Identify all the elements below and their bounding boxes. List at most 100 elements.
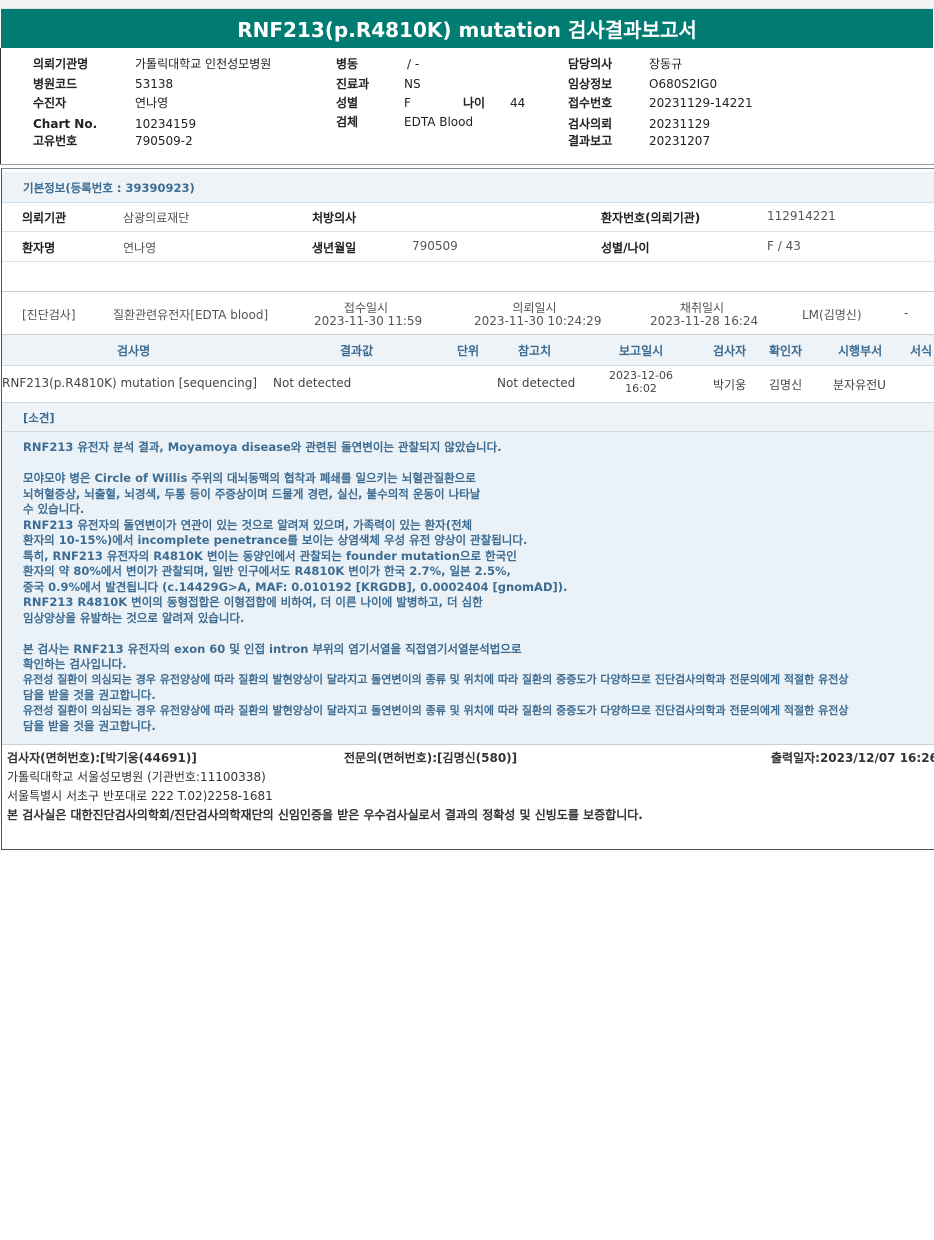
row-divider xyxy=(2,744,934,745)
footer-certification: 본 검사실은 대한진단검사의학회/진단검사의학재단의 신임인증을 받은 우수검사… xyxy=(7,808,643,822)
header-label-department: 진료과 xyxy=(336,77,370,91)
patient-no-value: 112914221 xyxy=(767,209,836,223)
header-label-clinical-info: 임상정보 xyxy=(568,77,613,91)
result-confirmer: 김명신 xyxy=(769,378,803,392)
header-value-requesting-org: 가톨릭대학교 인천성모병원 xyxy=(135,57,272,71)
findings-line: 뇌허혈증상, 뇌출혈, 뇌경색, 두통 등이 주증상이며 드물게 경련, 실신,… xyxy=(23,487,481,501)
col-reference: 참고치 xyxy=(518,344,552,358)
col-department: 시행부서 xyxy=(838,344,883,358)
top-strip xyxy=(0,0,934,9)
report-body: 기본정보(등록번호 : 39390923) 의뢰기관 삼광의료재단 처방의사 환… xyxy=(1,168,934,850)
footer-address: 서울특별시 서초구 반포대로 222 T.02)2258-1681 xyxy=(7,789,273,803)
row-divider xyxy=(2,261,934,262)
report-title-bar: RNF213(p.R4810K) mutation 검사결과보고서 xyxy=(1,9,933,48)
findings-line: 모야모야 병은 Circle of Willis 주위의 대뇌동맥의 협착과 폐… xyxy=(23,471,476,485)
findings-line: 특히, RNF213 유전자의 R4810K 변이는 동양인에서 관찰되는 fo… xyxy=(23,549,517,563)
requesting-org-label: 의뢰기관 xyxy=(22,211,67,225)
col-tester: 검사자 xyxy=(713,344,747,358)
row-divider xyxy=(2,231,934,232)
findings-line: 유전성 질환이 의심되는 경우 유전양상에 따라 질환의 발현양상이 달라지고 … xyxy=(23,673,849,686)
header-value-test-request: 20231129 xyxy=(649,117,711,131)
col-test-name: 검사명 xyxy=(117,344,151,358)
header-value-receipt-no: 20231129-14221 xyxy=(649,96,753,110)
result-reference: Not detected xyxy=(497,376,576,390)
header-value-department: NS xyxy=(404,77,421,91)
header-value-clinical-info: O680S2IG0 xyxy=(649,77,718,91)
header-label-ward: 병동 xyxy=(336,57,359,71)
header-label-sex: 성별 xyxy=(336,96,359,110)
header-value-specimen: EDTA Blood xyxy=(404,115,474,129)
header-label-unique-no: 고유번호 xyxy=(33,134,78,148)
header-label-age: 나이 xyxy=(463,96,486,110)
findings-header: [소견] xyxy=(2,403,934,432)
prescriber-label: 처방의사 xyxy=(312,211,357,225)
result-value: Not detected xyxy=(273,376,352,390)
col-confirmer: 확인자 xyxy=(769,344,803,358)
findings-line: RNF213 유전자의 돌연변이가 연관이 있는 것으로 알려져 있으며, 가족… xyxy=(23,518,473,532)
header-label-patient: 수진자 xyxy=(33,96,67,110)
report-page: RNF213(p.R4810K) mutation 검사결과보고서 의뢰기관명 … xyxy=(0,0,934,856)
findings-line: RNF213 R4810K 변이의 동형접합은 이형접합에 비하여, 더 이른 … xyxy=(23,595,483,609)
result-report-time: 16:02 xyxy=(625,382,657,395)
received-value: 2023-11-30 11:59 xyxy=(314,314,423,328)
header-label-receipt-no: 접수번호 xyxy=(568,96,613,110)
col-form: 서식 xyxy=(910,344,933,358)
col-result: 결과값 xyxy=(340,344,374,358)
header-value-sex: F xyxy=(404,96,411,110)
footer-hospital: 가톨릭대학교 서울성모병원 (기관번호:11100338) xyxy=(7,770,266,784)
findings-line: 환자의 약 80%에서 변이가 관찰되며, 일반 인구에서도 R4810K 변이… xyxy=(23,564,511,578)
footer-specialist: 전문의(면허번호):[김명신(580)] xyxy=(344,751,518,765)
test-category: [진단검사] xyxy=(22,308,76,322)
lab-manager-dash: - xyxy=(904,306,909,320)
header-label-doctor: 담당의사 xyxy=(568,57,613,71)
header-value-hospital-code: 53138 xyxy=(135,77,174,91)
header-label-chart-no: Chart No. xyxy=(33,117,98,131)
report-title: RNF213(p.R4810K) mutation 검사결과보고서 xyxy=(237,18,697,42)
header-label-test-request: 검사의뢰 xyxy=(568,117,613,131)
header-value-patient: 연나영 xyxy=(135,96,169,110)
left-border xyxy=(0,48,1,164)
birth-label: 생년월일 xyxy=(312,241,357,255)
findings-line: 확인하는 검사입니다. xyxy=(23,657,127,671)
header-value-ward: / - xyxy=(407,57,420,71)
findings-line: 중국 0.9%에서 발견됩니다 (c.14429G>A, MAF: 0.0101… xyxy=(23,580,568,594)
test-type: 질환관련유전자[EDTA blood] xyxy=(113,308,269,322)
findings-line: 유전성 질환이 의심되는 경우 유전양상에 따라 질환의 발현양상이 달라지고 … xyxy=(23,704,849,717)
requested-value: 2023-11-30 10:24:29 xyxy=(474,314,602,328)
result-report-date: 2023-12-06 xyxy=(609,369,673,382)
col-unit: 단위 xyxy=(457,344,480,358)
sex-age-value: F / 43 xyxy=(767,239,801,253)
header-value-age: 44 xyxy=(510,96,526,110)
findings-line: RNF213 유전자 분석 결과, Moyamoya disease와 관련된 … xyxy=(23,440,502,454)
findings-line: 환자의 10-15%)에서 incomplete penetrance를 보이는… xyxy=(23,533,528,547)
results-table-header: 검사명 결과값 단위 참고치 보고일시 검사자 확인자 시행부서 서식 xyxy=(2,335,934,366)
row-divider xyxy=(2,291,934,292)
patient-name-label: 환자명 xyxy=(22,241,56,255)
basic-info-title: 기본정보(등록번호 : 39390923) xyxy=(23,181,195,195)
findings-line: 담을 받을 것을 권고합니다. xyxy=(23,688,156,702)
header-value-chart-no: 10234159 xyxy=(135,117,197,131)
findings-line: 본 검사는 RNF213 유전자의 exon 60 및 인접 intron 부위… xyxy=(23,642,522,656)
lab-manager: LM(김명신) xyxy=(802,308,862,322)
header-label-specimen: 검체 xyxy=(336,115,359,129)
basic-info-header: 기본정보(등록번호 : 39390923) xyxy=(2,172,934,203)
findings-line: 수 있습니다. xyxy=(23,502,85,516)
header-label-requesting-org: 의뢰기관명 xyxy=(33,57,89,71)
result-test-name: RNF213(p.R4810K) mutation [sequencing] xyxy=(2,376,257,390)
header-divider xyxy=(0,164,934,165)
footer-tester: 검사자(면허번호):[박기웅(44691)] xyxy=(7,751,197,765)
header-label-hospital-code: 병원코드 xyxy=(33,77,78,91)
findings-title: [소견] xyxy=(23,411,55,425)
col-report-date: 보고일시 xyxy=(619,344,664,358)
patient-name-value: 연나영 xyxy=(123,241,157,255)
collected-value: 2023-11-28 16:24 xyxy=(650,314,759,328)
patient-no-label: 환자번호(의뢰기관) xyxy=(601,211,701,225)
header-value-unique-no: 790509-2 xyxy=(135,134,193,148)
requesting-org-value: 삼광의료재단 xyxy=(123,211,190,225)
findings-box: RNF213 유전자 분석 결과, Moyamoya disease와 관련된 … xyxy=(2,432,934,744)
header-label-result-report: 결과보고 xyxy=(568,134,613,148)
sex-age-label: 성별/나이 xyxy=(601,241,650,255)
result-tester: 박기웅 xyxy=(713,378,747,392)
findings-line: 임상양상을 유발하는 것으로 알려져 있습니다. xyxy=(23,611,245,625)
footer-print-date: 출력일자:2023/12/07 16:26 오후 xyxy=(771,751,934,765)
